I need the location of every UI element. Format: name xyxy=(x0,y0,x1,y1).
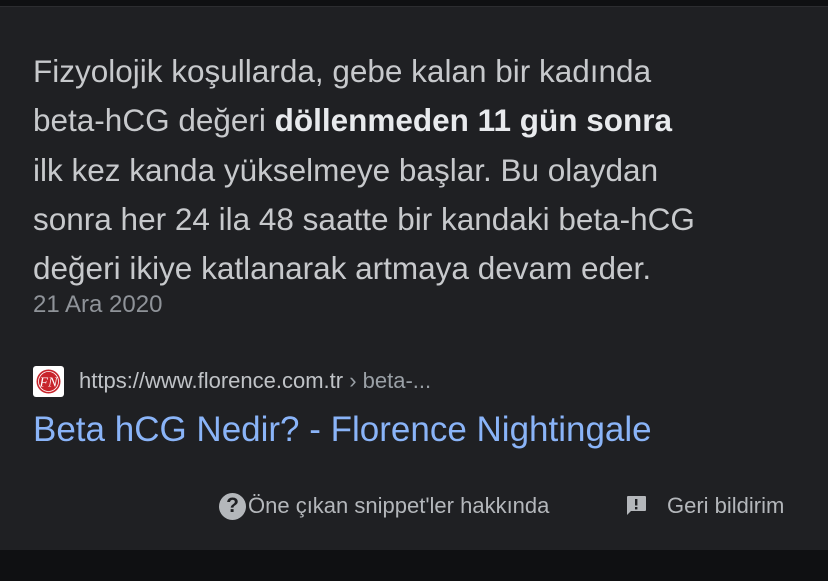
feedback-button[interactable]: Geri bildirim xyxy=(624,491,784,521)
result-url-breadcrumb: › beta-... xyxy=(343,368,432,393)
snippet-text: Fizyolojik koşullarda, gebe kalan bir ka… xyxy=(33,47,803,293)
result-title-link[interactable]: Beta hCG Nedir? - Florence Nightingale xyxy=(33,410,652,450)
snippet-line-4: sonra her 24 ila 48 saatte bir kandaki b… xyxy=(33,200,695,237)
about-snippets-link[interactable]: ? Öne çıkan snippet'ler hakkında xyxy=(219,491,549,521)
snippet-line-3: ilk kez kanda yükselmeye başlar. Bu olay… xyxy=(33,151,659,188)
snippet-line-5: değeri ikiye katlanarak artmaya devam ed… xyxy=(33,250,652,287)
florence-logo-icon: FN xyxy=(36,369,61,393)
about-snippets-label: Öne çıkan snippet'ler hakkında xyxy=(248,493,550,518)
favicon-letters: FN xyxy=(39,375,59,390)
snippet-line-2: beta-hCG değeri xyxy=(33,102,275,139)
featured-snippet-card: Fizyolojik koşullarda, gebe kalan bir ka… xyxy=(0,6,828,550)
result-url[interactable]: https://www.florence.com.tr › beta-... xyxy=(79,368,431,394)
feedback-icon xyxy=(627,496,646,515)
snippet-line-1: Fizyolojik koşullarda, gebe kalan bir ka… xyxy=(33,53,652,89)
feedback-label: Geri bildirim xyxy=(667,493,785,518)
help-circle-icon: ? xyxy=(219,492,246,520)
result-url-domain: https://www.florence.com.tr xyxy=(79,368,344,393)
result-source[interactable]: FN https://www.florence.com.tr › beta-..… xyxy=(33,365,431,397)
snippet-date: 21 Ara 2020 xyxy=(33,291,163,318)
florence-favicon-icon: FN xyxy=(33,365,64,397)
snippet-highlight: döllenmeden 11 gün sonra xyxy=(274,102,672,139)
